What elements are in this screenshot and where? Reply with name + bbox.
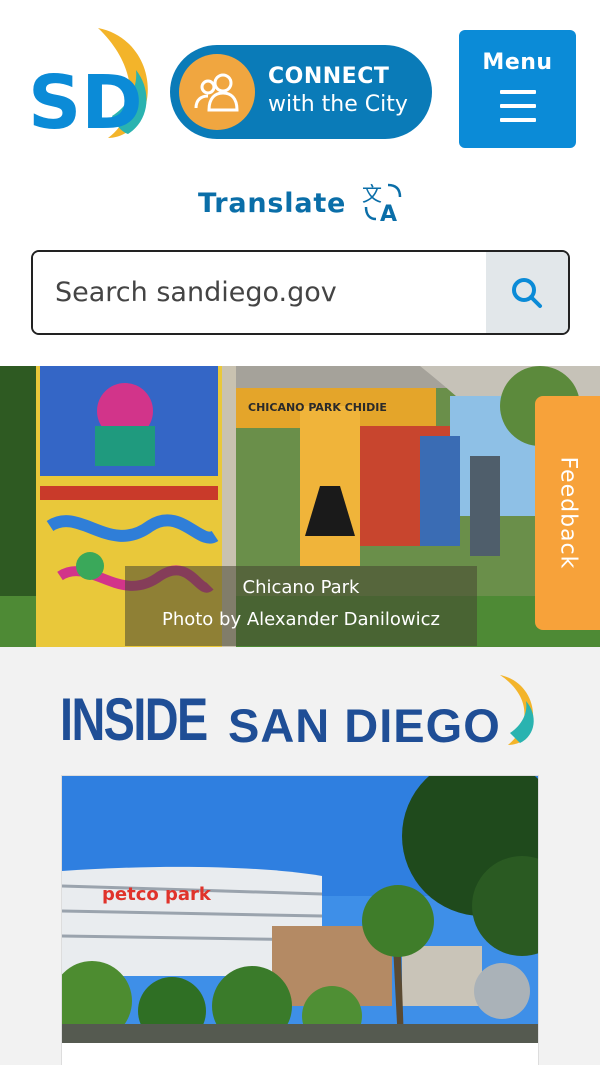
brand-word-san-diego: SAN DIEGO [228, 699, 501, 752]
search-icon [512, 277, 542, 308]
svg-text:文: 文 [362, 182, 382, 206]
menu-label: Menu [482, 50, 553, 75]
search-input[interactable] [33, 252, 486, 333]
brand-word-inside: INSIDE [60, 686, 208, 753]
brand-swoosh-icon [500, 675, 534, 745]
hamburger-icon [500, 90, 536, 132]
inside-san-diego-logo[interactable]: INSIDE SAN DIEGO [60, 675, 534, 753]
hero-banner: CHICANO PARK CHIDIE Chicano Park Photo b… [0, 366, 600, 647]
news-card[interactable]: petco park [61, 775, 539, 1065]
people-icon [179, 54, 255, 130]
search-button[interactable] [486, 252, 568, 333]
feedback-label: Feedback [555, 456, 580, 570]
svg-text:CHICANO PARK CHIDIE: CHICANO PARK CHIDIE [248, 401, 387, 414]
svg-text:petco park: petco park [102, 884, 212, 905]
caption-credit: Photo by Alexander Danilowicz [161, 609, 441, 630]
site-header: SD CONNECT with the City Menu [0, 0, 600, 170]
photo-caption: Chicano Park Photo by Alexander Danilowi… [125, 566, 477, 646]
menu-button[interactable]: Menu [459, 30, 576, 148]
translate-link[interactable]: Translate 文 A [198, 180, 404, 226]
translate-icon: 文 A [362, 182, 402, 225]
translate-label: Translate [198, 187, 347, 219]
search-bar [31, 250, 570, 335]
svg-text:A: A [380, 202, 397, 225]
inside-san-diego-section: INSIDE SAN DIEGO petco park [0, 647, 600, 1065]
connect-title: CONNECT [268, 64, 390, 89]
feedback-tab[interactable]: Feedback [535, 396, 600, 630]
petco-park-photo: petco park [62, 776, 538, 1043]
caption-title: Chicano Park [242, 577, 360, 598]
connect-subtitle: with the City [268, 92, 408, 117]
svg-text:SD: SD [28, 60, 143, 140]
connect-with-city-button[interactable]: CONNECT with the City [170, 45, 432, 139]
sd-logo[interactable]: SD [28, 28, 168, 146]
sd-logo-icon: SD [28, 28, 148, 146]
